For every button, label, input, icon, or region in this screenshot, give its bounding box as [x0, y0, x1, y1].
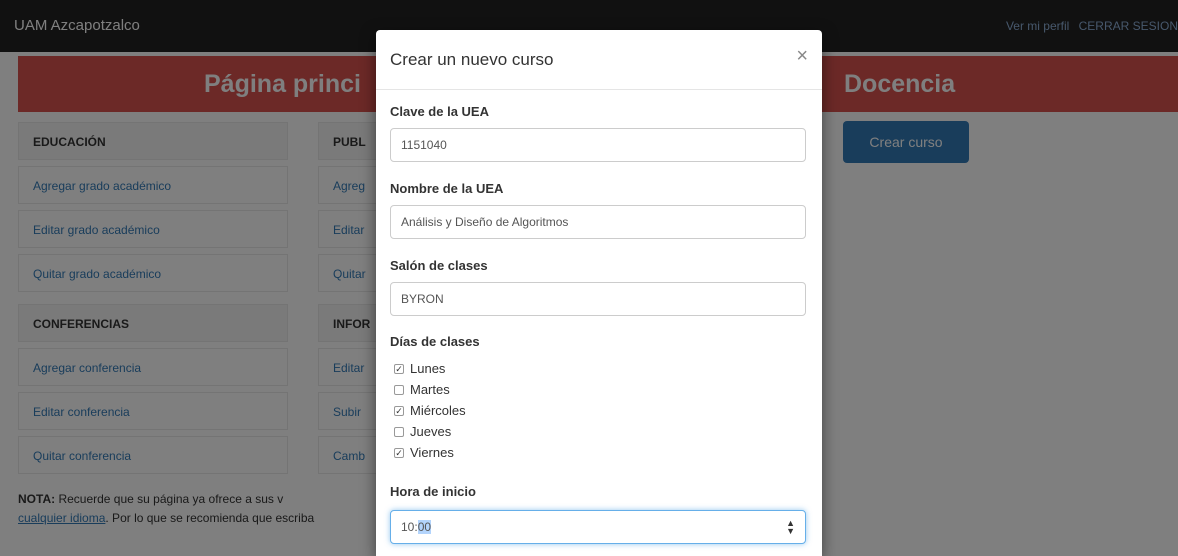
- hora-label: Hora de inicio: [390, 484, 476, 499]
- hora-selected-value: 00: [417, 520, 432, 534]
- day-checkbox-viernes[interactable]: ✓ Viernes: [394, 442, 454, 463]
- nombre-input[interactable]: Análisis y Diseño de Algoritmos: [390, 205, 806, 239]
- day-label: Martes: [410, 382, 450, 397]
- modal-title: Crear un nuevo curso: [390, 50, 554, 69]
- checkbox-checked-icon[interactable]: ✓: [394, 405, 404, 416]
- spinner-arrows-icon[interactable]: ▲ ▼: [786, 519, 795, 536]
- day-label: Lunes: [410, 361, 446, 376]
- hora-value: 10:: [401, 520, 418, 534]
- create-course-modal: Crear un nuevo curso × Clave de la UEA 1…: [376, 30, 822, 556]
- salon-label: Salón de clases: [390, 258, 488, 273]
- checkbox-unchecked-icon[interactable]: [394, 426, 404, 437]
- clave-input[interactable]: 1151040: [390, 128, 806, 162]
- dias-label: Días de clases: [390, 334, 480, 349]
- checkbox-checked-icon[interactable]: ✓: [394, 447, 404, 458]
- salon-input[interactable]: BYRON: [390, 282, 806, 316]
- day-label: Viernes: [410, 445, 454, 460]
- close-icon[interactable]: ×: [796, 45, 808, 68]
- hora-input[interactable]: 10:00 ▲ ▼: [390, 510, 806, 544]
- day-checkbox-miercoles[interactable]: ✓ Miércoles: [394, 400, 466, 421]
- checkbox-checked-icon[interactable]: ✓: [394, 363, 404, 374]
- modal-header: Crear un nuevo curso ×: [376, 30, 822, 90]
- day-checkbox-jueves[interactable]: Jueves: [394, 421, 451, 442]
- clave-label: Clave de la UEA: [390, 104, 489, 119]
- day-checkbox-lunes[interactable]: ✓ Lunes: [394, 358, 445, 379]
- checkbox-unchecked-icon[interactable]: [394, 384, 404, 395]
- day-checkbox-martes[interactable]: Martes: [394, 379, 450, 400]
- day-label: Jueves: [410, 424, 452, 439]
- nombre-label: Nombre de la UEA: [390, 181, 504, 196]
- day-label: Miércoles: [410, 403, 466, 418]
